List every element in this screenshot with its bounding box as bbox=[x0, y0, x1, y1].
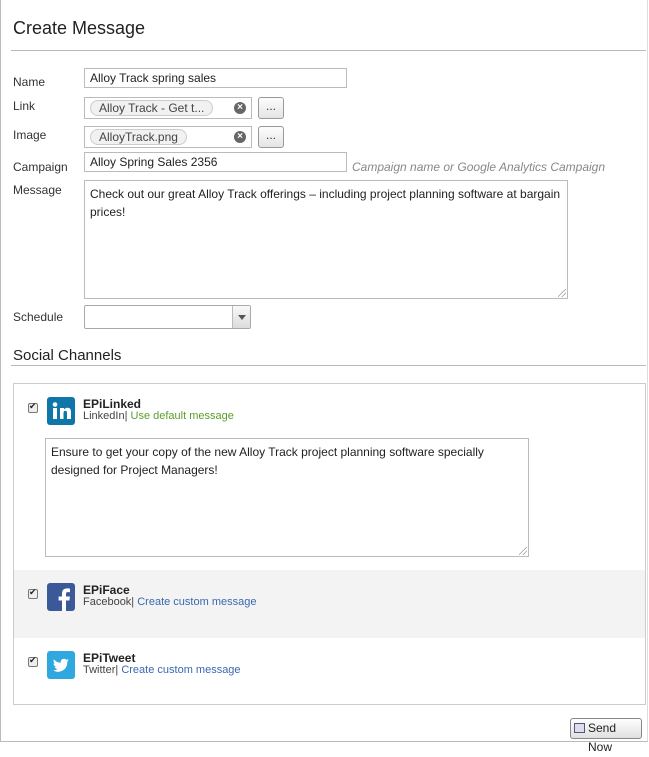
facebook-network: Facebook| bbox=[83, 596, 135, 608]
facebook-create-custom-message-link[interactable]: Create custom message bbox=[137, 596, 256, 608]
linkedin-channel-sub: LinkedIn| Use default message bbox=[83, 410, 234, 422]
linkedin-message-textarea[interactable]: Ensure to get your copy of the new Alloy… bbox=[45, 438, 529, 557]
facebook-channel-sub: Facebook| Create custom message bbox=[83, 596, 256, 608]
image-label: Image bbox=[13, 128, 47, 142]
message-text: Check out our great Alloy Track offering… bbox=[90, 187, 561, 219]
schedule-label: Schedule bbox=[13, 310, 64, 324]
resize-grip-icon[interactable] bbox=[558, 289, 566, 297]
clear-image-icon[interactable]: × bbox=[234, 131, 246, 143]
channel-linkedin: EPiLinked LinkedIn| Use default message … bbox=[14, 384, 645, 569]
twitter-create-custom-message-link[interactable]: Create custom message bbox=[121, 664, 240, 676]
facebook-icon bbox=[47, 583, 75, 611]
page-title: Create Message bbox=[13, 18, 146, 38]
linkedin-network: LinkedIn| bbox=[83, 410, 128, 422]
send-now-label: Send Now bbox=[588, 721, 617, 754]
twitter-network: Twitter| bbox=[83, 664, 119, 676]
resize-grip-icon[interactable] bbox=[519, 547, 527, 555]
channel-twitter: EPiTweet Twitter| Create custom message bbox=[14, 638, 645, 704]
link-label: Link bbox=[13, 99, 36, 113]
campaign-hint: Campaign name or Google Analytics Campai… bbox=[352, 160, 606, 174]
title-divider bbox=[11, 50, 646, 51]
name-input[interactable]: Alloy Track spring sales bbox=[84, 68, 347, 88]
twitter-icon bbox=[47, 651, 75, 679]
message-label: Message bbox=[13, 183, 62, 197]
channel-facebook: EPiFace Facebook| Create custom message bbox=[14, 570, 645, 638]
use-default-message-link[interactable]: Use default message bbox=[131, 410, 234, 422]
channels-panel: EPiLinked LinkedIn| Use default message … bbox=[13, 383, 646, 705]
linkedin-checkbox[interactable] bbox=[28, 401, 38, 413]
send-now-button[interactable]: Send Now bbox=[570, 718, 642, 754]
message-textarea[interactable]: Check out our great Alloy Track offering… bbox=[84, 180, 568, 299]
image-field[interactable]: AlloyTrack.png × bbox=[84, 126, 252, 148]
social-channels-heading: Social Channels bbox=[13, 347, 122, 364]
schedule-select[interactable] bbox=[84, 305, 251, 329]
social-divider bbox=[11, 365, 646, 366]
link-value-pill: Alloy Track - Get t... bbox=[90, 100, 214, 116]
twitter-channel-name: EPiTweet bbox=[83, 651, 136, 665]
browse-image-button[interactable]: ... bbox=[258, 126, 284, 148]
link-field[interactable]: Alloy Track - Get t... × bbox=[84, 97, 252, 119]
linkedin-channel-name: EPiLinked bbox=[83, 397, 142, 411]
name-label: Name bbox=[13, 75, 46, 89]
facebook-channel-name: EPiFace bbox=[83, 583, 130, 597]
send-icon bbox=[574, 723, 585, 733]
chevron-down-icon[interactable] bbox=[232, 306, 250, 328]
linkedin-icon bbox=[47, 397, 75, 425]
campaign-label: Campaign bbox=[13, 160, 68, 174]
browse-link-button[interactable]: ... bbox=[258, 97, 284, 119]
image-value-pill: AlloyTrack.png bbox=[90, 129, 187, 145]
facebook-checkbox[interactable] bbox=[28, 587, 38, 599]
clear-link-icon[interactable]: × bbox=[234, 102, 246, 114]
twitter-channel-sub: Twitter| Create custom message bbox=[83, 664, 241, 676]
linkedin-message-text: Ensure to get your copy of the new Alloy… bbox=[51, 445, 484, 477]
campaign-input[interactable]: Alloy Spring Sales 2356 bbox=[84, 152, 347, 172]
twitter-checkbox[interactable] bbox=[28, 655, 38, 667]
